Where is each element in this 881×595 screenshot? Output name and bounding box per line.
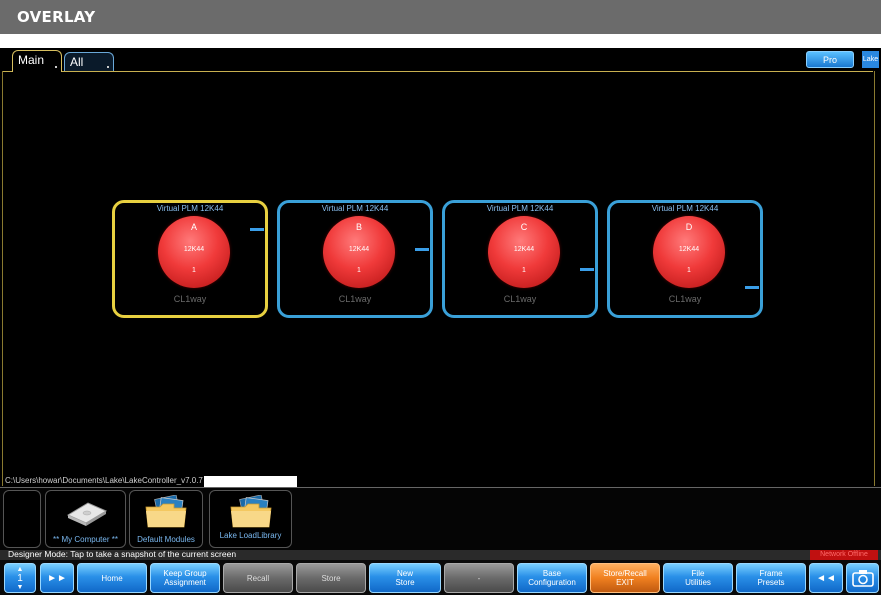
rewind-icon: ◄◄ — [816, 572, 836, 584]
level-meter — [415, 248, 429, 251]
blank-button[interactable]: - — [444, 563, 514, 593]
module-letter: A — [190, 222, 197, 232]
folder-icon — [230, 495, 271, 528]
snapshot-button[interactable] — [846, 563, 879, 593]
workspace-frame-left — [2, 71, 3, 486]
module-number: 1 — [357, 267, 361, 274]
module-number: 1 — [522, 267, 526, 274]
lake-logo-button[interactable]: Lake — [862, 51, 879, 68]
bottom-toolbar: ▲ 1 ▼ ►► Home Keep Group Assignment Reca… — [0, 560, 881, 595]
tab-baseline — [2, 71, 12, 72]
module-status-circle[interactable]: C 12K44 1 — [488, 216, 560, 288]
browser-item-label: Lake LoadLibrary — [219, 531, 282, 540]
fast-forward-icon: ►► — [47, 572, 67, 584]
workspace-frame-right — [874, 71, 875, 486]
module-a[interactable]: Virtual PLM 12K44 A 12K44 1 CL1way — [112, 200, 268, 318]
status-bar[interactable]: Designer Mode: Tap to take a snapshot of… — [0, 549, 881, 560]
browser-item-default-modules[interactable]: Default Modules — [129, 490, 203, 548]
new-store-button[interactable]: New Store — [369, 563, 441, 593]
tab-baseline — [62, 71, 873, 72]
browser-item-label: Default Modules — [137, 535, 195, 544]
module-title: Virtual PLM 12K44 — [486, 204, 554, 213]
level-meter — [745, 286, 759, 289]
forward-button[interactable]: ►► — [40, 563, 74, 593]
current-path: C:\Users\howar\Documents\Lake\LakeContro… — [5, 476, 203, 485]
folder-icon — [145, 495, 187, 528]
frame-presets-button[interactable]: Frame Presets — [736, 563, 806, 593]
module-config: CL1way — [503, 294, 537, 304]
module-title: Virtual PLM 12K44 — [651, 204, 719, 213]
tab-main[interactable]: Main — [12, 50, 62, 72]
module-title: Virtual PLM 12K44 — [321, 204, 389, 213]
recall-button[interactable]: Recall — [223, 563, 293, 593]
status-text: Designer Mode: Tap to take a snapshot of… — [8, 549, 237, 559]
module-number: 1 — [687, 267, 691, 274]
browser-empty-slot — [3, 490, 41, 548]
page-select-button[interactable]: ▲ 1 ▼ — [4, 563, 36, 593]
pro-button[interactable]: Pro — [806, 51, 854, 68]
level-meter — [580, 268, 594, 271]
module-letter: C — [520, 222, 528, 232]
module-c[interactable]: Virtual PLM 12K44 C 12K44 1 CL1way — [442, 200, 598, 318]
file-utilities-button[interactable]: File Utilities — [663, 563, 733, 593]
module-letter: B — [355, 222, 362, 232]
module-letter: D — [685, 222, 693, 232]
overlay-banner: OVERLAY — [0, 0, 881, 34]
camera-icon — [851, 570, 874, 587]
store-button[interactable]: Store — [296, 563, 366, 593]
module-status-circle[interactable]: D 12K44 1 — [653, 216, 725, 288]
browser-item-lake-loadlibrary[interactable]: Lake LoadLibrary — [209, 490, 292, 548]
browser-item-my-computer[interactable]: ** My Computer ** — [45, 490, 126, 548]
lake-controller-window: Main All Pro Lake Virtual PLM 12K44 A 12… — [0, 48, 881, 595]
keep-group-assignment-button[interactable]: Keep Group Assignment — [150, 563, 220, 593]
browser-item-label: ** My Computer ** — [53, 535, 118, 544]
module-d[interactable]: Virtual PLM 12K44 D 12K44 1 CL1way — [607, 200, 763, 318]
page-number: 1 — [17, 572, 23, 584]
module-config: CL1way — [668, 294, 702, 304]
back-button[interactable]: ◄◄ — [809, 563, 843, 593]
module-model: 12K44 — [348, 246, 370, 253]
network-status: Network Offline — [810, 550, 878, 560]
module-status-circle[interactable]: B 12K44 1 — [323, 216, 395, 288]
tab-all[interactable]: All — [64, 52, 114, 72]
store-recall-exit-button[interactable]: Store/Recall EXIT — [590, 563, 660, 593]
tab-indicator — [107, 66, 109, 68]
module-title: Virtual PLM 12K44 — [156, 204, 224, 213]
module-b[interactable]: Virtual PLM 12K44 B 12K44 1 CL1way — [277, 200, 433, 318]
module-config: CL1way — [338, 294, 372, 304]
arrow-down-icon: ▼ — [16, 583, 24, 591]
module-number: 1 — [192, 267, 196, 274]
file-browser: ** My Computer ** Default Modules Lake L… — [0, 487, 881, 550]
hard-drive-icon — [66, 502, 107, 526]
module-status-circle[interactable]: A 12K44 1 — [158, 216, 230, 288]
module-config: CL1way — [173, 294, 207, 304]
tab-all-label: All — [70, 55, 84, 69]
module-model: 12K44 — [513, 246, 535, 253]
tab-indicator — [55, 66, 57, 68]
tab-main-label: Main — [18, 53, 45, 67]
module-model: 12K44 — [678, 246, 700, 253]
level-meter — [250, 228, 264, 231]
module-model: 12K44 — [183, 246, 205, 253]
home-button[interactable]: Home — [77, 563, 147, 593]
base-configuration-button[interactable]: Base Configuration — [517, 563, 587, 593]
